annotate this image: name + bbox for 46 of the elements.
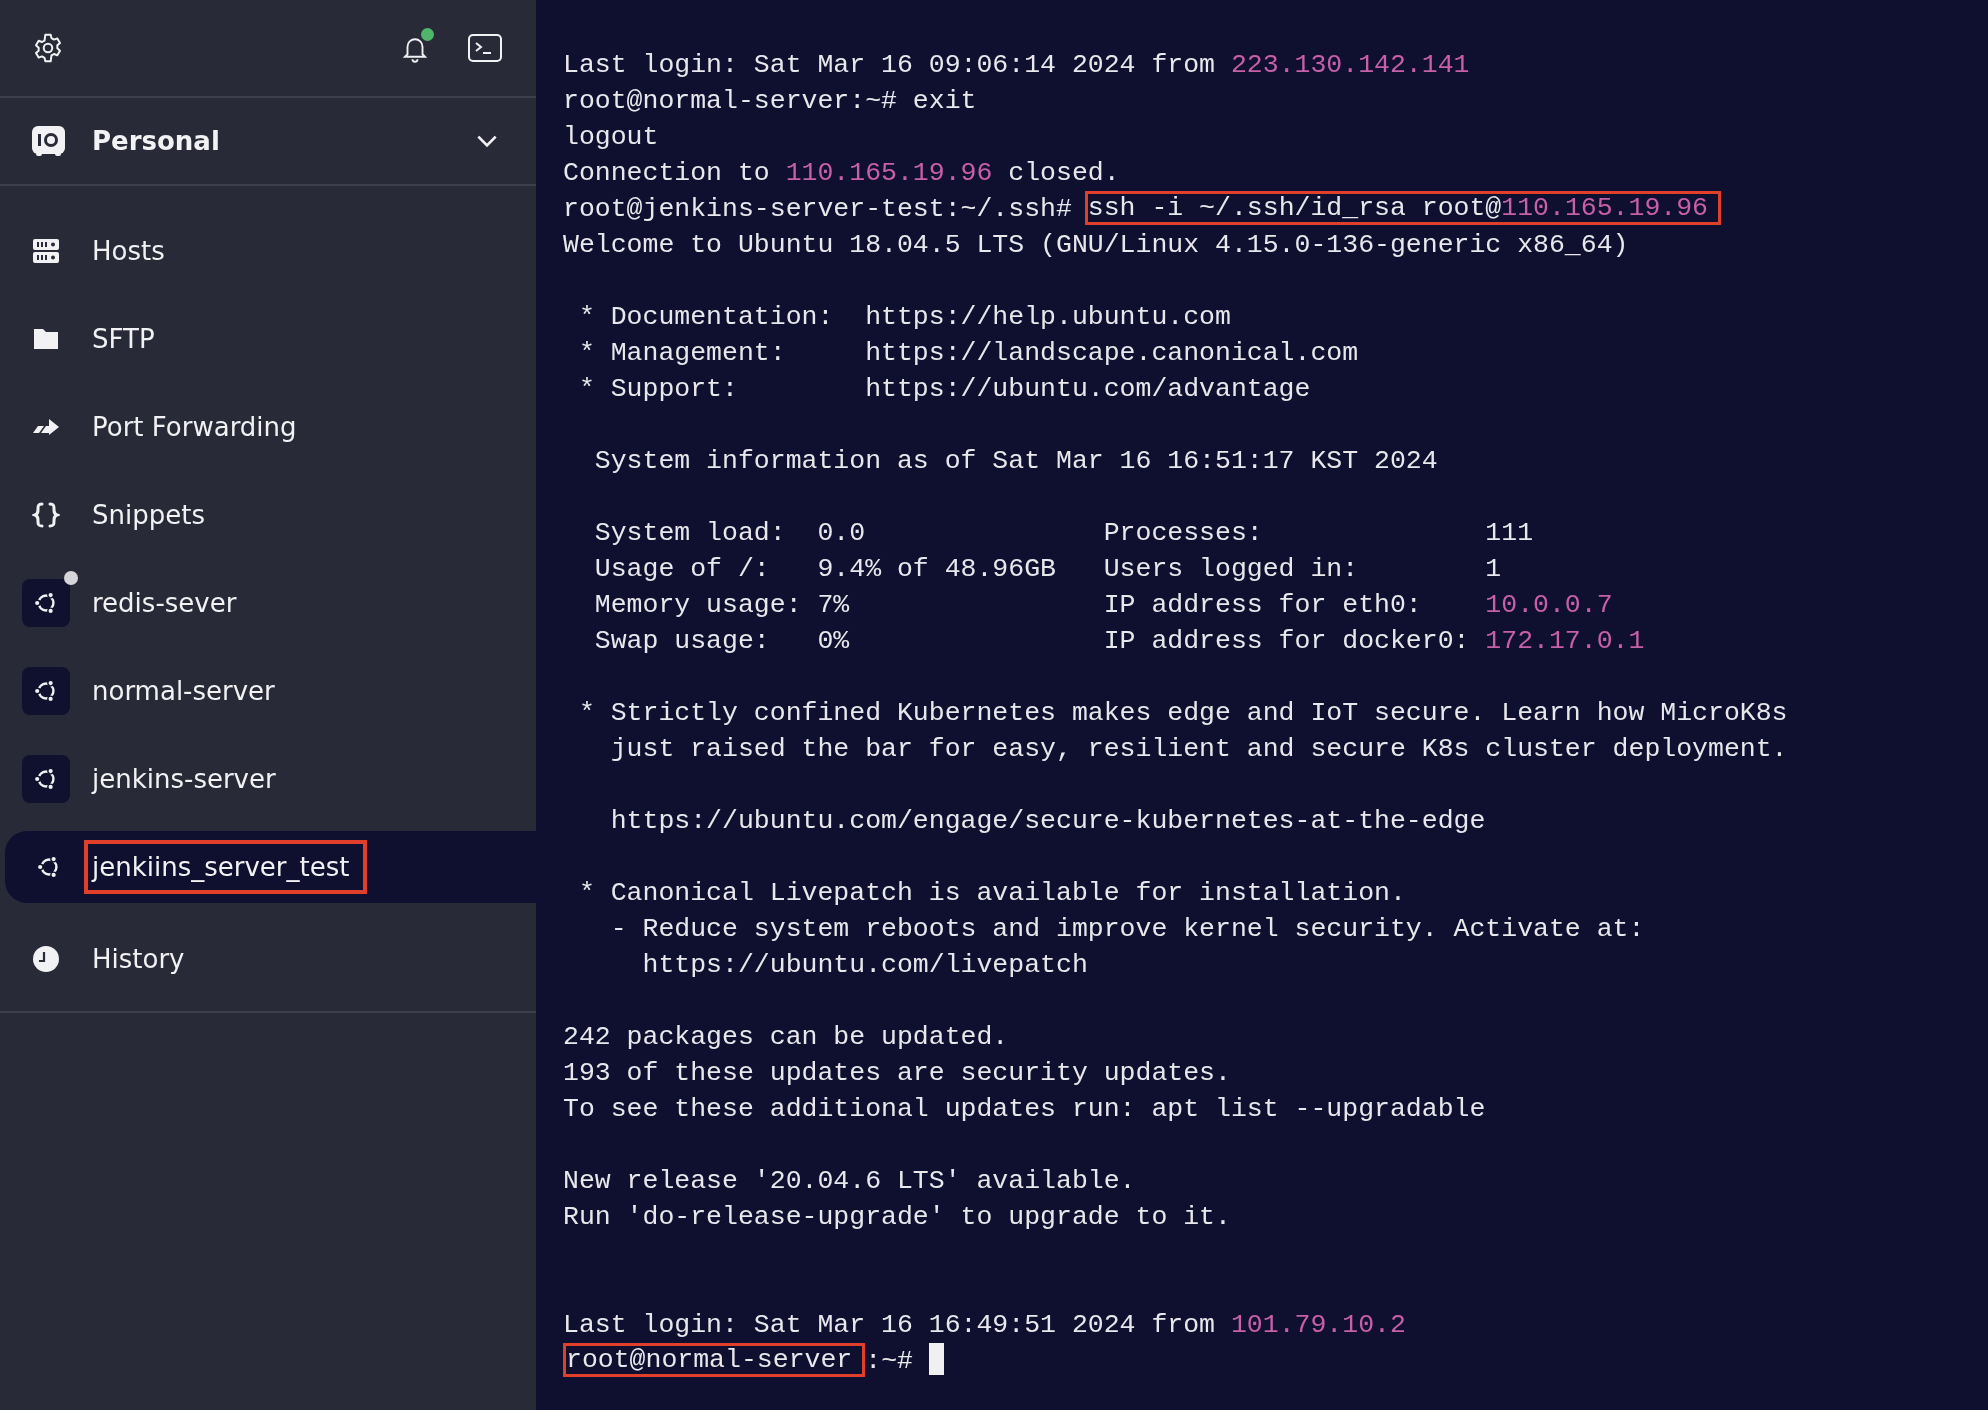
nav-item[interactable]: SFTP	[0, 295, 536, 383]
terminal-line: * Canonical Livepatch is available for installation.	[577, 877, 1406, 910]
host-name: redis-sever	[91, 587, 238, 620]
settings-icon[interactable]	[32, 32, 64, 64]
terminal-line: - Reduce system reboots and improve kernel security. Activate at:	[609, 913, 1645, 946]
terminal-line: Run 'do-release-upgrade' to upgrade to it.	[563, 1201, 1231, 1234]
terminal-line: Swap usage: 0% IP address for docker0: 172.17.0.1	[593, 625, 1645, 658]
terminal-line: New release '20.04.6 LTS' available.	[563, 1165, 1136, 1198]
terminal-line: Last login: Sat Mar 16 09:06:14 2024 from 223.130.142.141	[563, 49, 1470, 82]
terminal-line: Last login: Sat Mar 16 16:49:51 2024 from 101.79.10.2	[563, 1309, 1406, 1342]
host-name: jenkins-server	[90, 763, 277, 796]
host-item[interactable]: normal-server	[0, 647, 536, 735]
terminal-line: * Strictly confined Kubernetes makes edge and IoT secure. Learn how MicroK8s	[577, 697, 1788, 730]
terminal-line: Connection to 110.165.19.96 closed.	[563, 157, 1120, 190]
terminal-line: * Documentation: https://help.ubuntu.com	[577, 301, 1231, 334]
terminal-line: Usage of /: 9.4% of 48.96GB Users logged in: 1	[593, 553, 1502, 586]
terminal-line: https://ubuntu.com/livepatch	[641, 949, 1088, 982]
vault-icon	[30, 125, 66, 157]
host-name: normal-server	[91, 675, 276, 708]
terminal-line: https://ubuntu.com/engage/secure-kubernetes-at-the-edge	[609, 805, 1486, 838]
terminal-line: Welcome to Ubuntu 18.04.5 LTS (GNU/Linux 4.15.0-136-generic x86_64)	[563, 229, 1629, 262]
terminal-line: Memory usage: 7% IP address for eth0: 10.0.0.7	[593, 589, 1613, 622]
terminal-line: To see these additional updates run: apt list --upgradable	[563, 1093, 1486, 1126]
clock-icon	[32, 945, 60, 973]
terminal-line: System information as of Sat Mar 16 16:51:17 KST 2024	[593, 445, 1438, 478]
nav-item[interactable]: Port Forwarding	[0, 383, 536, 471]
host-item[interactable]: redis-sever	[0, 559, 536, 647]
nav-item[interactable]: Hosts	[0, 207, 536, 295]
terminal-line: logout	[563, 121, 659, 154]
terminal-line: * Support: https://ubuntu.com/advantage	[577, 373, 1311, 406]
braces-icon	[32, 501, 60, 529]
terminal-line: root@normal-server:~# exit	[563, 85, 977, 118]
terminal-line: root@jenkins-server-test:~/.ssh# ssh -i ~/.ssh/id_rsa root@110.165.19.96	[563, 191, 1721, 227]
vault-name[interactable]: Personal	[92, 126, 448, 156]
nav-item[interactable]: Snippets	[0, 471, 536, 559]
terminal-line: 242 packages can be updated.	[563, 1021, 1009, 1054]
terminal-line: 193 of these updates are security updates.	[563, 1057, 1231, 1090]
terminal-line: just raised the bar for easy, resilient and secure K8s cluster deployment.	[609, 733, 1788, 766]
server-icon	[32, 237, 60, 265]
nav-item[interactable]: History	[0, 915, 536, 1003]
host-item[interactable]: jenkiins_server_test	[5, 831, 536, 903]
host-name: jenkiins_server_test	[84, 840, 368, 894]
terminal-line: System load: 0.0 Processes: 111	[593, 517, 1534, 550]
terminal-line: * Management: https://landscape.canonical.com	[577, 337, 1359, 370]
terminal-icon[interactable]	[468, 34, 502, 62]
host-item[interactable]: jenkins-server	[0, 735, 536, 823]
